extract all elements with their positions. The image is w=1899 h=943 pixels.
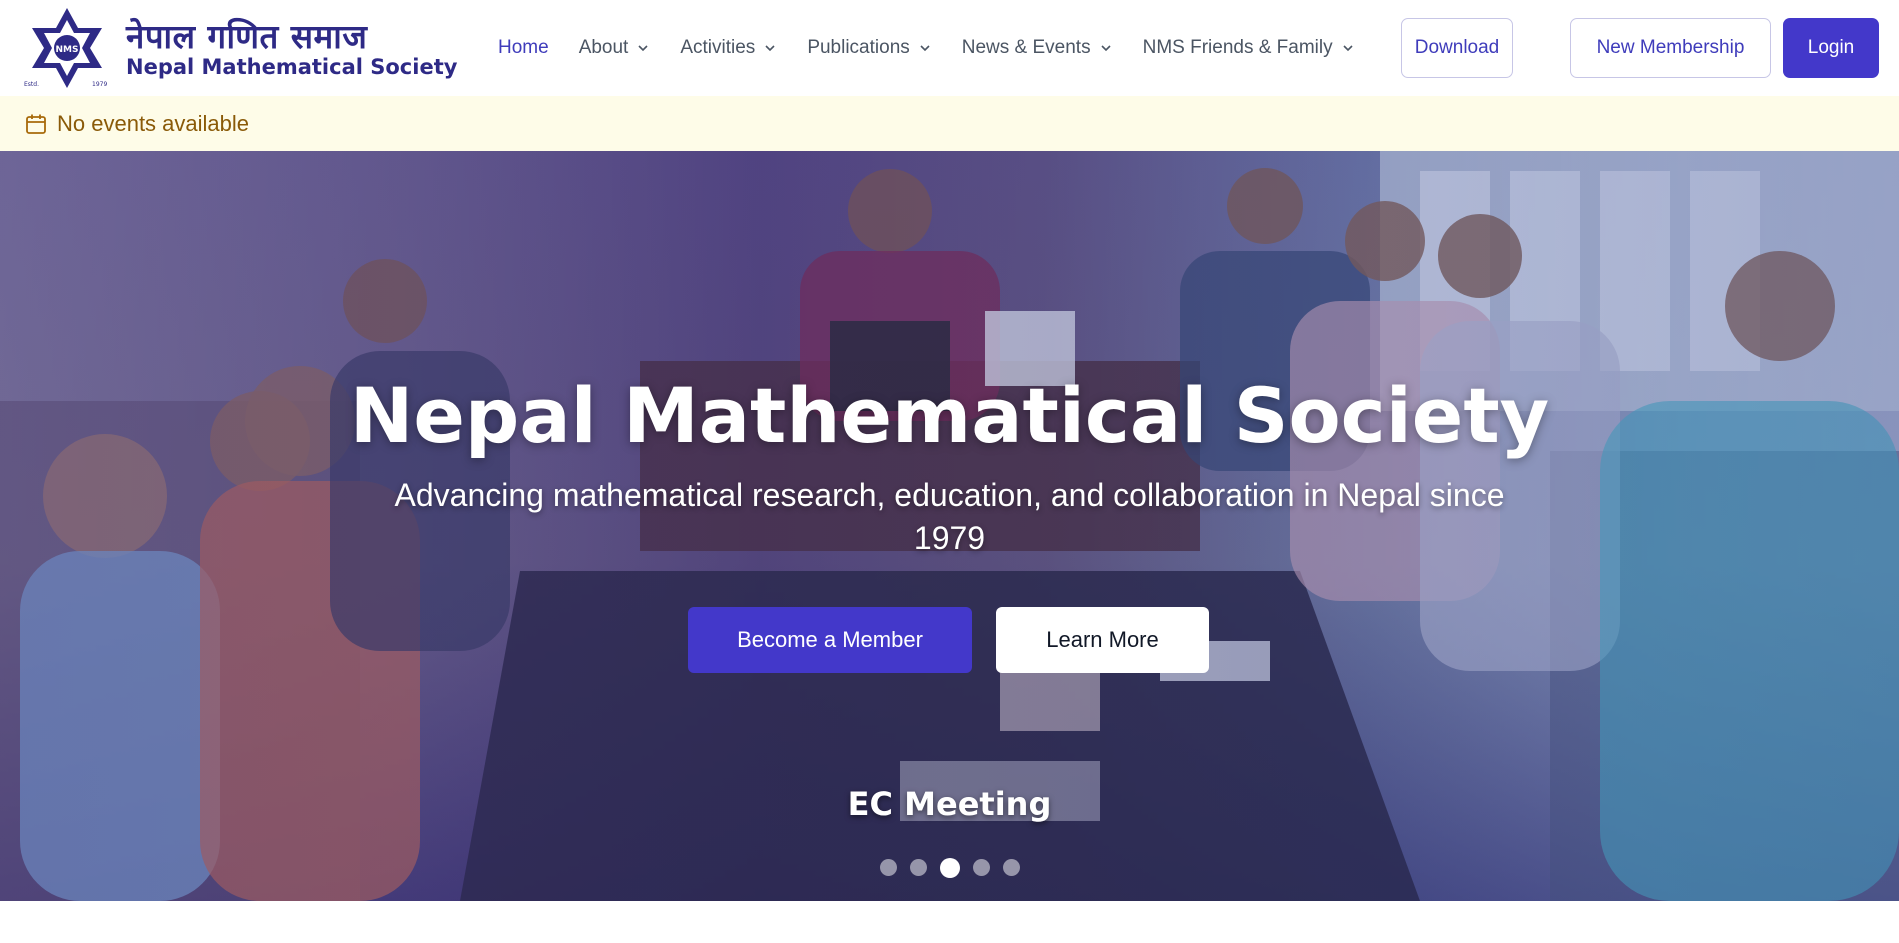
events-bar: No events available — [0, 96, 1899, 151]
hero-title: Nepal Mathematical Society — [349, 371, 1550, 460]
nav-about[interactable]: About — [579, 37, 651, 59]
chevron-down-icon — [920, 45, 930, 52]
society-emblem-icon: NMS Estd. 1979 — [24, 8, 107, 88]
carousel-dot-2[interactable] — [910, 859, 927, 876]
site-logo[interactable]: NMS Estd. 1979 नेपाल गणित समाज Nepal Mat… — [18, 6, 457, 90]
login-button[interactable]: Login — [1783, 18, 1879, 78]
learn-more-button[interactable]: Learn More — [996, 607, 1209, 673]
main-nav: Home About Activities Publications News … — [498, 0, 1385, 96]
nav-news-events-label: News & Events — [961, 37, 1091, 58]
logo-text: नेपाल गणित समाज Nepal Mathematical Socie… — [126, 17, 457, 79]
logo-nepali-name: नेपाल गणित समाज — [126, 17, 368, 56]
chevron-down-icon — [765, 45, 775, 52]
nav-friends-family-label: NMS Friends & Family — [1142, 37, 1333, 58]
become-member-button[interactable]: Become a Member — [688, 607, 972, 673]
nav-publications-label: Publications — [807, 37, 910, 58]
nav-home[interactable]: Home — [498, 37, 549, 59]
emblem-estd: Estd. — [24, 81, 39, 88]
carousel-dot-5[interactable] — [1003, 859, 1020, 876]
carousel-dot-4[interactable] — [973, 859, 990, 876]
carousel-dot-1[interactable] — [880, 859, 897, 876]
chevron-down-icon — [638, 45, 648, 52]
emblem-initials: NMS — [56, 45, 79, 55]
download-button[interactable]: Download — [1401, 18, 1513, 78]
hero-subtitle: Advancing mathematical research, educati… — [394, 477, 1505, 556]
nav-news-events[interactable]: News & Events — [962, 37, 1113, 59]
page-content-start — [0, 901, 1899, 943]
chevron-down-icon — [1101, 45, 1111, 52]
site-header: NMS Estd. 1979 नेपाल गणित समाज Nepal Mat… — [0, 0, 1899, 96]
nav-activities-label: Activities — [680, 37, 756, 58]
logo-english-name: Nepal Mathematical Society — [126, 55, 458, 79]
new-membership-button[interactable]: New Membership — [1570, 18, 1771, 78]
slide-caption: EC Meeting — [847, 785, 1052, 823]
nav-publications[interactable]: Publications — [807, 37, 931, 59]
hero-carousel: Nepal Mathematical Society Advancing mat… — [0, 151, 1899, 901]
nav-friends-family[interactable]: NMS Friends & Family — [1143, 37, 1355, 59]
carousel-indicators — [880, 858, 1033, 878]
nav-about-label: About — [578, 37, 629, 58]
nav-activities[interactable]: Activities — [680, 37, 777, 59]
calendar-icon — [26, 114, 46, 134]
chevron-down-icon — [1343, 45, 1353, 52]
emblem-year: 1979 — [92, 81, 107, 88]
events-status-text: No events available — [57, 110, 250, 136]
nav-home-label: Home — [498, 37, 549, 58]
carousel-dot-3[interactable] — [940, 858, 960, 878]
